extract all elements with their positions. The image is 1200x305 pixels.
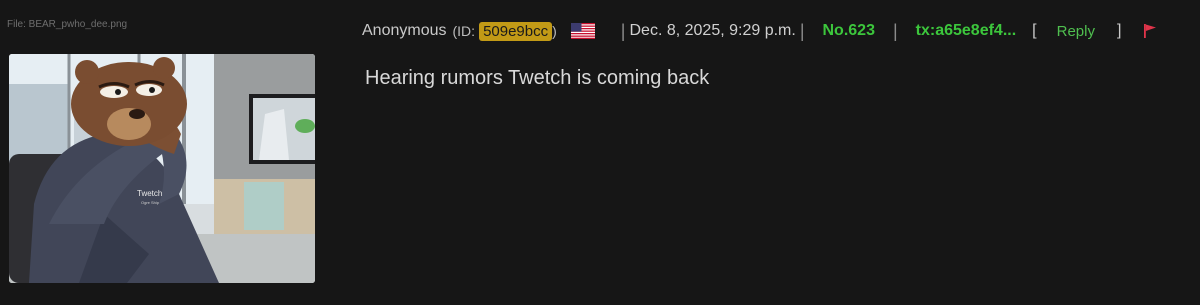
file-info[interactable]: File: BEAR_pwho_dee.png <box>7 19 127 30</box>
thumbnail-logo-subtext: Ogre Ship <box>141 200 160 205</box>
flag-icon[interactable] <box>1143 23 1157 39</box>
header-separator: | <box>892 20 898 41</box>
thumbnail-logo-text: Twetch <box>137 189 162 198</box>
reply-bracket-close: ] <box>1116 22 1122 39</box>
poster-name: Anonymous <box>362 22 447 39</box>
transaction-link[interactable]: tx:a65e8ef4... <box>916 22 1017 40</box>
poster-id-prefix: (ID: <box>452 22 476 39</box>
us-flag-icon <box>570 23 595 39</box>
post-date: Dec. 8, 2025, 9:29 p.m. <box>629 22 796 39</box>
post: File: BEAR_pwho_dee.png Twetch Ogre Ship… <box>0 0 1200 305</box>
reply-button[interactable]: Reply <box>1057 23 1095 40</box>
post-message: Hearing rumors Twetch is coming back <box>365 67 710 89</box>
poster-id-badge[interactable]: 509e9bcc <box>479 21 553 41</box>
post-image-thumbnail[interactable]: Twetch Ogre Ship <box>9 54 315 283</box>
poster-id-suffix: ) <box>552 22 557 39</box>
reply-bracket-open: [ <box>1032 22 1037 39</box>
header-separator: | <box>799 20 805 41</box>
poster-id: (ID: 509e9bcc) <box>452 21 557 41</box>
post-number-link[interactable]: No.623 <box>823 22 875 40</box>
header-separator: | <box>620 20 626 41</box>
post-header: Anonymous (ID: 509e9bcc) | Dec. 8, 2025, … <box>362 17 1157 45</box>
